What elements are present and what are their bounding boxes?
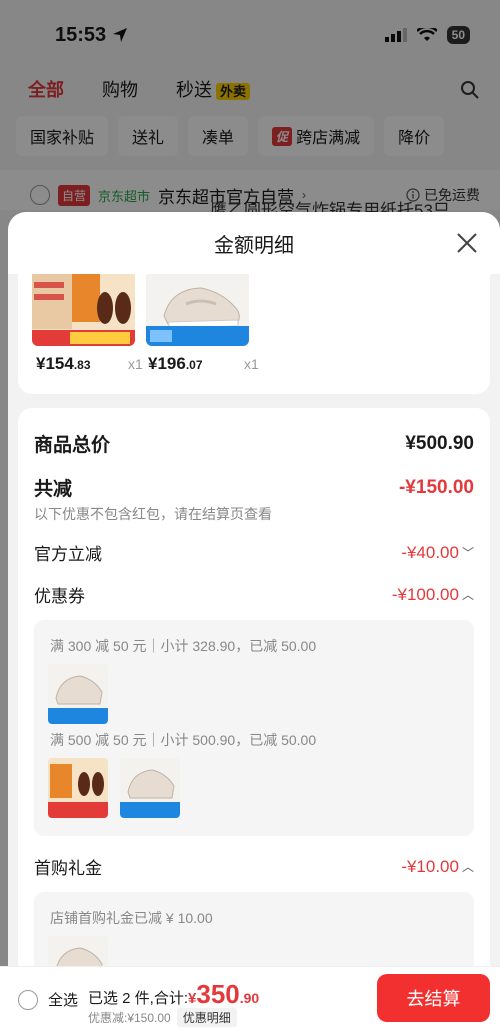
coupon-rule-2: 满 500 减 50 元｜小计 500.90，已减 50.00 — [50, 732, 317, 748]
discount-detail-link[interactable]: 优惠明细 — [176, 1008, 237, 1027]
amount-detail-sheet: 金额明细 ¥154.83 x1 ¥196.07 x1 商品总价 ¥500.90 … — [8, 212, 500, 1029]
discount-line: 优惠减:¥150.00 优惠明细 — [88, 1008, 237, 1027]
select-all[interactable]: 全选 — [18, 989, 78, 1010]
official-discount-label: 官方立减 — [34, 545, 102, 564]
products-card: ¥154.83 x1 ¥196.07 x1 — [18, 274, 490, 394]
reduce-row: 共减 -¥150.00 — [34, 474, 474, 501]
chevron-up-icon: ︿ — [461, 588, 474, 602]
product-item[interactable]: ¥154.83 x1 — [32, 274, 143, 373]
total-label: 商品总价 — [34, 435, 111, 456]
product-price: ¥154 — [36, 354, 74, 373]
sum-line: 已选 2 件,合计: ¥350.90 — [88, 979, 259, 1010]
total-row: 商品总价 ¥500.90 — [34, 430, 474, 457]
product-image-liquor — [32, 274, 135, 346]
gift-detail-text: 店铺首购礼金已减 ¥ 10.00 — [50, 910, 213, 926]
chevron-up-icon: ︿ — [461, 860, 474, 874]
checkout-button[interactable]: 去结算 — [377, 974, 490, 1022]
discount-note: 以下优惠不包含红包，请在结算页查看 — [34, 506, 272, 522]
close-icon[interactable] — [454, 230, 480, 256]
coupon-detail-box: 满 300 减 50 元｜小计 328.90，已减 50.00 满 500 减 … — [34, 620, 474, 836]
checkout-bar: 全选 已选 2 件,合计: ¥350.90 优惠减:¥150.00 优惠明细 去… — [0, 966, 500, 1029]
chevron-down-icon: ﹀ — [461, 546, 474, 560]
sheet-header: 金额明细 — [8, 212, 500, 274]
first-purchase-gift-label: 首购礼金 — [34, 859, 102, 878]
product-image-sneaker — [146, 274, 249, 346]
coupon-row[interactable]: 优惠券 -¥100.00 ︿ — [34, 582, 474, 607]
first-purchase-gift-row[interactable]: 首购礼金 -¥10.00 ︿ — [34, 854, 474, 879]
coupon-thumb-sneaker — [48, 664, 108, 724]
first-purchase-gift-value: -¥10.00 — [401, 856, 459, 876]
product-price: ¥196 — [148, 354, 186, 373]
amount-detail-card: 商品总价 ¥500.90 共减 -¥150.00 以下优惠不包含红包，请在结算页… — [18, 408, 490, 1029]
total-value: ¥500.90 — [405, 432, 474, 454]
sheet-title: 金额明细 — [214, 234, 294, 257]
reduce-label: 共减 — [34, 479, 73, 500]
discount-amount: 优惠减:¥150.00 — [88, 1011, 171, 1025]
product-item[interactable]: ¥196.07 x1 — [146, 274, 259, 373]
official-discount-value: -¥40.00 — [401, 542, 459, 562]
select-all-checkbox[interactable] — [18, 989, 38, 1010]
reduce-value: -¥150.00 — [398, 476, 474, 498]
product-qty: x1 — [128, 356, 143, 372]
selected-count-text: 已选 2 件,合计: — [88, 990, 189, 1007]
product-qty: x1 — [244, 356, 259, 372]
official-discount-row[interactable]: 官方立减 -¥40.00 ﹀ — [34, 540, 474, 565]
coupon-thumb-sneaker-2 — [120, 758, 180, 818]
select-all-label: 全选 — [48, 992, 79, 1009]
coupon-label: 优惠券 — [34, 587, 85, 606]
coupon-value: -¥100.00 — [391, 584, 459, 604]
coupon-thumb-liquor — [48, 758, 108, 818]
coupon-rule-1: 满 300 减 50 元｜小计 328.90，已减 50.00 — [50, 638, 317, 654]
total-amount: ¥350.90 — [188, 979, 260, 1009]
